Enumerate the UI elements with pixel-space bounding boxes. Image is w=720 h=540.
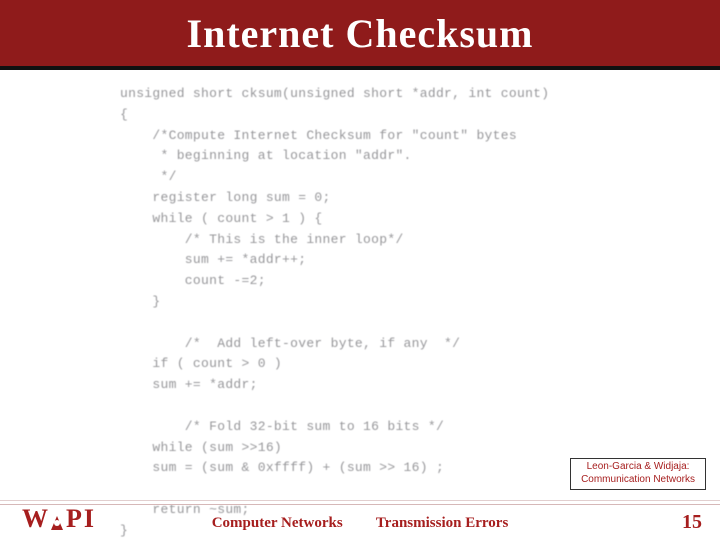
footer-course: Computer Networks [212, 515, 343, 531]
page-number: 15 [682, 511, 702, 534]
footer-topic: Transmission Errors [376, 515, 508, 531]
slide-title: Internet Checksum [187, 10, 534, 57]
citation-line-1: Leon-Garcia & Widjaja: [581, 461, 695, 474]
footer-center-text: Computer Networks Transmission Errors [0, 515, 720, 532]
citation-box: Leon-Garcia & Widjaja: Communication Net… [570, 458, 706, 490]
footer: W P I Computer Networks Transmission Err… [0, 500, 720, 540]
footer-divider [0, 504, 720, 505]
title-bar: Internet Checksum [0, 0, 720, 70]
citation-line-2: Communication Networks [581, 474, 695, 487]
